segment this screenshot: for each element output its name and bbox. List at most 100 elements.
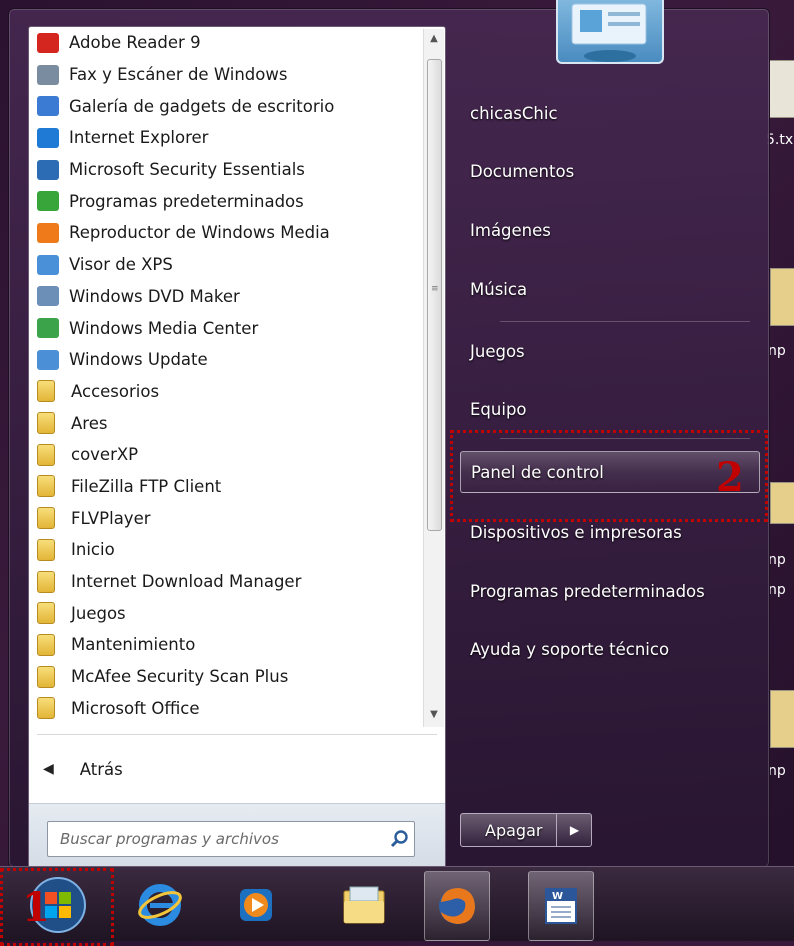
- word-taskbar[interactable]: W: [528, 871, 594, 941]
- program-item[interactable]: Juegos: [29, 597, 421, 629]
- program-item[interactable]: Windows DVD Maker: [29, 281, 421, 313]
- program-item[interactable]: Microsoft Office: [29, 692, 421, 724]
- program-item[interactable]: coverXP: [29, 439, 421, 471]
- desktop-file-label: np: [768, 343, 786, 359]
- right-item-label: Juegos: [470, 341, 525, 361]
- scroll-down-icon[interactable]: ▼: [424, 705, 444, 725]
- program-item[interactable]: Programas predeterminados: [29, 185, 421, 217]
- folder-icon: [37, 633, 55, 656]
- program-item[interactable]: Fax y Escáner de Windows: [29, 59, 421, 91]
- right-item-user-folder[interactable]: chicasChic: [460, 92, 760, 134]
- fax-scanner-icon: [37, 64, 59, 85]
- folder-icon: [37, 602, 55, 625]
- svg-text:W: W: [552, 891, 563, 902]
- right-item-pictures[interactable]: Imágenes: [460, 209, 760, 251]
- right-item-label: Equipo: [470, 399, 527, 419]
- program-label: Microsoft Security Essentials: [69, 160, 305, 180]
- desktop-file-label: np: [768, 582, 786, 598]
- program-label: Visor de XPS: [69, 255, 173, 275]
- program-item[interactable]: FileZilla FTP Client: [29, 471, 421, 503]
- program-item[interactable]: Galería de gadgets de escritorio: [29, 90, 421, 122]
- program-item[interactable]: Internet Download Manager: [29, 566, 421, 598]
- firefox-icon: [439, 888, 475, 924]
- right-item-computer[interactable]: Equipo: [460, 388, 760, 430]
- program-item[interactable]: Windows Update: [29, 344, 421, 376]
- shutdown-button[interactable]: Apagar: [461, 814, 558, 846]
- annotation-box-1: [0, 868, 114, 946]
- firefox-taskbar[interactable]: [424, 871, 490, 941]
- desktop-file-icon[interactable]: [770, 268, 794, 326]
- program-item[interactable]: Windows Media Center: [29, 312, 421, 344]
- program-label: Mantenimiento: [71, 635, 196, 655]
- program-label: Reproductor de Windows Media: [69, 223, 330, 243]
- right-item-label: Programas predeterminados: [470, 581, 705, 601]
- back-arrow-icon: ◀: [43, 761, 54, 777]
- program-label: Fax y Escáner de Windows: [69, 65, 288, 85]
- back-label: Atrás: [79, 759, 123, 779]
- desktop-file-label: 5.tx: [766, 132, 794, 148]
- folder-icon: [37, 538, 55, 561]
- back-button[interactable]: ◀ Atrás: [29, 751, 445, 787]
- folder-icon: [37, 665, 55, 688]
- search-input[interactable]: [58, 829, 386, 849]
- program-label: Microsoft Office: [71, 698, 200, 718]
- program-item[interactable]: Ares: [29, 407, 421, 439]
- right-item-label: Ayuda y soporte técnico: [470, 639, 670, 659]
- right-item-music[interactable]: Música: [460, 268, 760, 310]
- program-label: Windows Update: [69, 350, 208, 370]
- desktop-file-icon[interactable]: [770, 482, 794, 524]
- desktop-file-icon[interactable]: [770, 690, 794, 748]
- search-box[interactable]: [47, 821, 415, 857]
- internet-explorer-icon: [37, 127, 59, 148]
- word-icon: W: [545, 888, 577, 924]
- gadget-gallery-icon: [37, 96, 59, 117]
- shutdown-button-group: Apagar ▶: [460, 813, 593, 847]
- program-item[interactable]: Visor de XPS: [29, 249, 421, 281]
- folder-icon: [37, 570, 55, 593]
- scroll-thumb[interactable]: ≡: [427, 59, 442, 531]
- user-picture[interactable]: [556, 0, 664, 64]
- folder-icon: [37, 443, 55, 466]
- annotation-number-1: 1: [22, 884, 50, 931]
- program-item[interactable]: Internet Explorer: [29, 122, 421, 154]
- desktop-file-label: np: [768, 552, 786, 568]
- program-label: Accesorios: [71, 381, 160, 401]
- program-label: coverXP: [71, 445, 139, 465]
- program-item[interactable]: FLVPlayer: [29, 502, 421, 534]
- right-item-documents[interactable]: Documentos: [460, 150, 760, 192]
- program-item[interactable]: Reproductor de Windows Media: [29, 217, 421, 249]
- right-item-help-support[interactable]: Ayuda y soporte técnico: [460, 628, 760, 670]
- program-label: Windows Media Center: [69, 318, 259, 338]
- program-label: Ares: [71, 413, 108, 433]
- dvd-maker-icon: [37, 286, 59, 307]
- program-item[interactable]: Mantenimiento: [29, 629, 421, 661]
- program-label: FLVPlayer: [71, 508, 151, 528]
- adobe-reader-icon: [37, 32, 59, 53]
- media-player-taskbar[interactable]: [224, 871, 288, 939]
- shutdown-options-arrow-icon[interactable]: ▶: [557, 814, 591, 846]
- right-item-default-programs[interactable]: Programas predeterminados: [460, 570, 760, 612]
- desktop-file-icon[interactable]: [768, 60, 794, 118]
- right-item-games[interactable]: Juegos: [460, 330, 760, 372]
- program-item[interactable]: Microsoft Security Essentials: [29, 154, 421, 186]
- search-icon[interactable]: [386, 825, 414, 853]
- right-item-label: Imágenes: [470, 220, 551, 240]
- program-item[interactable]: Inicio: [29, 534, 421, 566]
- desktop-file-label: np: [768, 763, 786, 779]
- program-label: Programas predeterminados: [69, 191, 304, 211]
- separator: [500, 321, 750, 322]
- folder-icon: [37, 697, 55, 720]
- program-item[interactable]: Accesorios: [29, 376, 421, 408]
- scroll-up-icon[interactable]: ▲: [424, 29, 444, 49]
- right-item-label: Música: [470, 279, 528, 299]
- folder-icon: [37, 507, 55, 530]
- security-essentials-icon: [37, 159, 59, 180]
- explorer-taskbar[interactable]: [332, 871, 396, 939]
- program-item[interactable]: McAfee Security Scan Plus: [29, 661, 421, 693]
- program-label: FileZilla FTP Client: [71, 476, 222, 496]
- right-item-label: Dispositivos e impresoras: [470, 522, 682, 542]
- programs-scrollbar[interactable]: ▲ ≡ ▼: [423, 29, 444, 727]
- internet-explorer-taskbar[interactable]: [128, 871, 192, 939]
- media-center-icon: [37, 318, 59, 339]
- program-item[interactable]: Adobe Reader 9: [29, 27, 421, 59]
